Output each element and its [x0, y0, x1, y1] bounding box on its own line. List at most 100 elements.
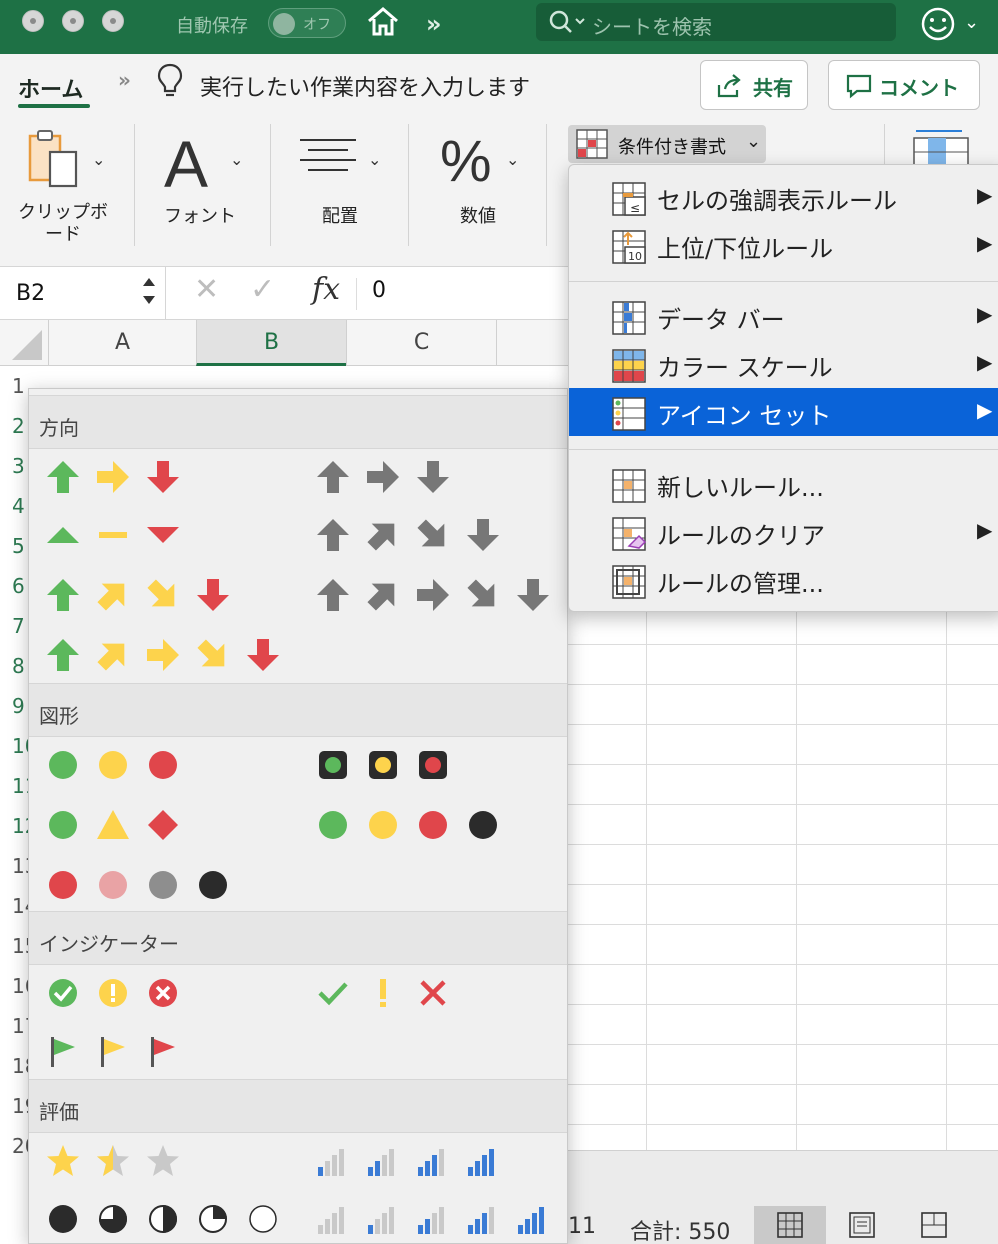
page-layout-view-button[interactable]: [826, 1206, 898, 1244]
menu-item-highlight-rules[interactable]: ≤ セルの強調表示ルール ▶: [569, 173, 998, 221]
share-button[interactable]: 共有: [700, 60, 808, 110]
row-header[interactable]: 16: [0, 966, 37, 1006]
minimize-window-button[interactable]: [62, 10, 84, 32]
zoom-window-button[interactable]: [102, 10, 124, 32]
row-header[interactable]: 3: [0, 446, 28, 486]
arrow-down-gray-icon: [517, 579, 549, 611]
page-break-icon: [921, 1212, 947, 1238]
page-break-view-button[interactable]: [898, 1206, 970, 1244]
sheet-search-box[interactable]: シートを検索: [536, 3, 896, 41]
row-header[interactable]: 20: [0, 1126, 37, 1166]
number-format-icon[interactable]: %: [440, 128, 492, 195]
row-header[interactable]: 9: [0, 686, 28, 726]
row-header[interactable]: 6: [0, 566, 28, 606]
icon-set-3-arrows-gray[interactable]: [299, 453, 567, 501]
row-header[interactable]: 17: [0, 1006, 37, 1046]
number-label: 数値: [460, 206, 496, 227]
row-header[interactable]: 11: [0, 766, 37, 806]
row-header[interactable]: 1: [0, 366, 28, 406]
section-indicators: インジケーター: [29, 911, 567, 965]
autosave-toggle[interactable]: オフ: [268, 8, 346, 38]
icon-set-5-arrows-colored[interactable]: [29, 631, 299, 679]
arrow-down-red-icon: [197, 579, 229, 611]
menu-item-new-rule[interactable]: 新しいルール...: [569, 460, 998, 508]
icon-set-4-traffic-lights[interactable]: [299, 801, 567, 849]
row-header[interactable]: 18: [0, 1046, 37, 1086]
row-header[interactable]: 13: [0, 846, 37, 886]
menu-item-manage-rules[interactable]: ルールの管理...: [569, 556, 998, 604]
double-chevron-icon[interactable]: »: [426, 10, 442, 38]
row-header[interactable]: 10: [0, 726, 37, 766]
menu-item-label: ルールの管理...: [657, 570, 824, 598]
icon-set-4-arrows-colored[interactable]: [29, 571, 299, 619]
icon-set-3-traffic-lights[interactable]: [29, 741, 299, 789]
alignment-chevron-icon[interactable]: ⌄: [368, 150, 381, 169]
column-header-c[interactable]: C: [346, 320, 496, 366]
icon-set-3-stars[interactable]: [29, 1137, 299, 1185]
row-header[interactable]: 15: [0, 926, 37, 966]
font-icon[interactable]: A: [164, 126, 208, 202]
select-all-corner[interactable]: [12, 330, 42, 360]
alignment-icon[interactable]: [298, 136, 358, 184]
close-window-button[interactable]: [22, 10, 44, 32]
home-icon[interactable]: [366, 6, 400, 42]
formula-input[interactable]: 0: [372, 278, 386, 303]
icon-set-4-ratings[interactable]: [299, 1137, 567, 1185]
icon-set-5-quarters[interactable]: [29, 1195, 299, 1243]
icon-set-3-symbols[interactable]: [299, 969, 567, 1017]
row-header[interactable]: 14: [0, 886, 37, 926]
row-header[interactable]: 2: [0, 406, 28, 446]
submenu-arrow-icon: ▶: [977, 518, 993, 542]
flag-yellow-icon: [101, 1037, 125, 1067]
icon-set-3-traffic-lights-rimmed[interactable]: [299, 741, 567, 789]
row-header[interactable]: 4: [0, 486, 28, 526]
menu-item-top-bottom-rules[interactable]: 10 上位/下位ルール ▶: [569, 221, 998, 269]
insert-function-icon[interactable]: fx: [312, 272, 340, 307]
lightbulb-icon: [156, 62, 184, 102]
icon-set-3-triangles[interactable]: [29, 511, 299, 559]
row-header[interactable]: 12: [0, 806, 37, 846]
row-header[interactable]: 19: [0, 1086, 37, 1126]
row-header[interactable]: 5: [0, 526, 28, 566]
comment-button[interactable]: コメント: [828, 60, 980, 110]
number-chevron-icon[interactable]: ⌄: [506, 150, 519, 169]
menu-item-clear-rules[interactable]: ルールのクリア ▶: [569, 508, 998, 556]
clipboard-chevron-icon[interactable]: ⌄: [92, 150, 105, 169]
confirm-entry-icon[interactable]: ✓: [250, 272, 275, 307]
row-header[interactable]: 8: [0, 646, 28, 686]
column-header-d[interactable]: [496, 320, 568, 366]
submenu-arrow-icon: ▶: [977, 183, 993, 207]
row-header[interactable]: 7: [0, 606, 28, 646]
icon-set-5-ratings[interactable]: [299, 1195, 567, 1243]
menu-item-color-scales[interactable]: カラー スケール ▶: [569, 340, 998, 388]
icon-set-4-arrows-gray[interactable]: [299, 511, 567, 559]
tell-me-input[interactable]: 実行したい作業内容を入力します: [200, 70, 530, 102]
icon-set-3-arrows-colored[interactable]: [29, 453, 299, 501]
name-box[interactable]: B2: [0, 267, 166, 319]
name-box-stepper-icon[interactable]: [140, 271, 158, 315]
conditional-formatting-button[interactable]: 条件付き書式 ⌄: [568, 125, 766, 163]
icon-set-3-signs[interactable]: [29, 801, 299, 849]
quarter-one-icon: [199, 1205, 227, 1233]
menu-item-data-bars[interactable]: データ バー ▶: [569, 292, 998, 340]
icon-set-red-to-black[interactable]: [29, 861, 299, 909]
icon-set-3-symbols-circled[interactable]: [29, 969, 299, 1017]
chevron-down-icon[interactable]: ⌄: [964, 12, 979, 33]
column-header-b[interactable]: B: [196, 320, 346, 366]
column-header-a[interactable]: A: [48, 320, 196, 366]
tab-home[interactable]: ホーム: [18, 72, 83, 104]
normal-view-button[interactable]: [754, 1206, 826, 1244]
signal-4-bars-icon: [468, 1149, 494, 1176]
icon-set-5-arrows-gray[interactable]: [299, 571, 567, 619]
menu-item-icon-sets[interactable]: アイコン セット ▶: [569, 388, 998, 436]
font-chevron-icon[interactable]: ⌄: [230, 150, 243, 169]
x-red-icon: [420, 980, 446, 1006]
cancel-entry-icon[interactable]: ✕: [194, 272, 219, 307]
icon-set-3-flags[interactable]: [29, 1027, 299, 1075]
more-tabs-chevron-icon[interactable]: »: [118, 68, 131, 92]
flag-green-icon: [51, 1037, 75, 1067]
traffic-light-red-icon: [419, 751, 447, 779]
arrow-up-right-gray-icon: [367, 523, 395, 551]
clipboard-icon[interactable]: [22, 128, 88, 198]
feedback-smiley-icon[interactable]: [920, 6, 956, 46]
